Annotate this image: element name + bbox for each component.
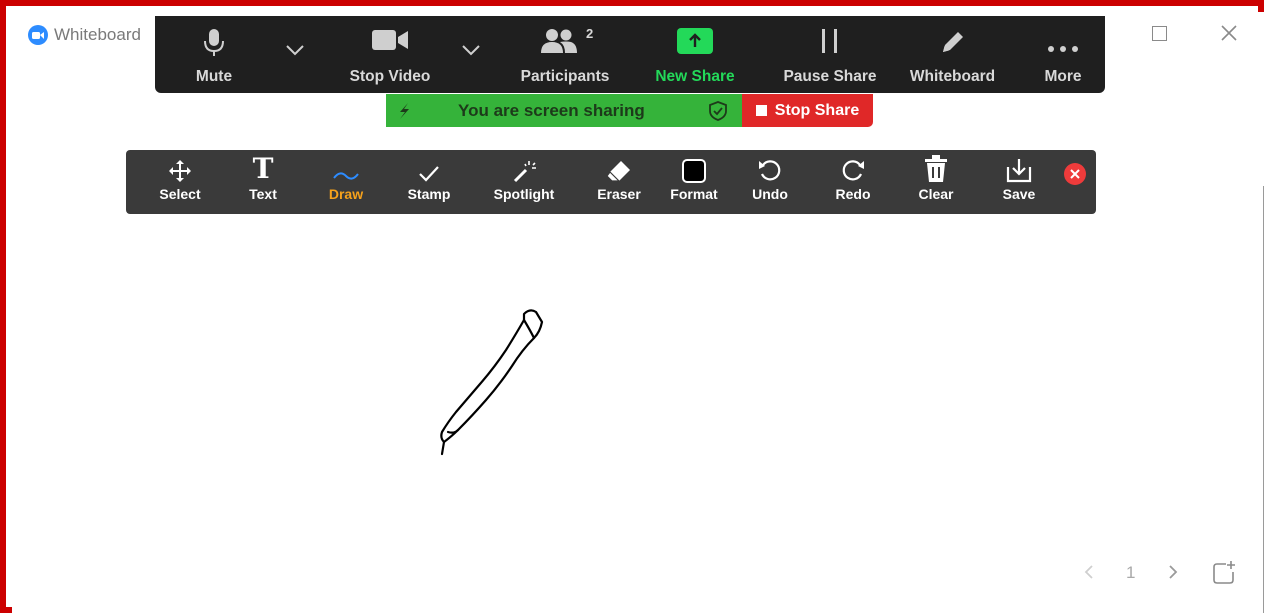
previous-page-chevron-icon[interactable] <box>1084 564 1094 585</box>
whiteboard-window: Whiteboard Mute Stop Video 2 Participant… <box>12 12 1264 613</box>
next-page-chevron-icon[interactable] <box>1168 564 1178 585</box>
whiteboard-canvas[interactable] <box>12 12 1264 613</box>
window-frame: Whiteboard Mute Stop Video 2 Participant… <box>0 0 1264 613</box>
new-page-icon[interactable] <box>1212 560 1236 589</box>
pen-drawing <box>440 309 544 456</box>
page-number: 1 <box>1126 563 1136 582</box>
